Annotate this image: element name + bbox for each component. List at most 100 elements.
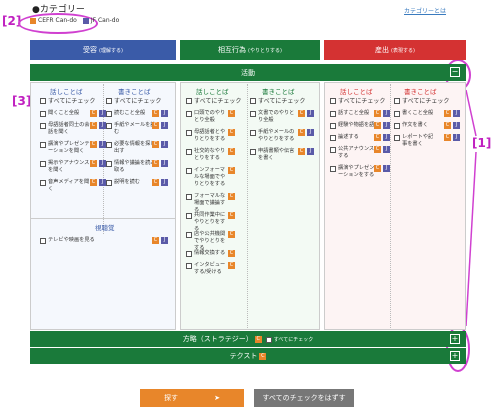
checkbox[interactable] xyxy=(186,149,192,155)
check-item[interactable]: 掲示やアナウンスを聞く xyxy=(40,160,92,174)
checkbox[interactable] xyxy=(106,161,112,167)
check-item[interactable]: 音声メディアを聞く xyxy=(40,179,92,193)
collapse-activity-button[interactable]: − xyxy=(450,67,460,77)
check-item[interactable]: 書くこと全般 xyxy=(394,110,438,117)
checkbox[interactable] xyxy=(186,213,192,219)
checkbox[interactable] xyxy=(106,123,112,129)
checkbox[interactable] xyxy=(40,161,46,167)
interaction-speaking-check-all[interactable]: すべてにチェック xyxy=(186,96,241,105)
check-item[interactable]: 情報交換する xyxy=(186,250,228,257)
checkbox[interactable] xyxy=(40,123,46,129)
checkbox[interactable] xyxy=(330,147,336,153)
checkbox[interactable] xyxy=(106,142,112,148)
badges: C xyxy=(228,231,235,238)
text-label: テクスト xyxy=(229,352,258,360)
check-item[interactable]: 聞くこと全般 xyxy=(40,110,92,117)
expand-text-button[interactable]: + xyxy=(450,351,460,361)
check-item[interactable]: 申請書類や伝言を書く xyxy=(250,148,296,162)
expand-strategy-button[interactable]: + xyxy=(450,334,460,344)
check-item[interactable]: 母語話者同士の会話を聞く xyxy=(40,122,92,136)
check-item[interactable]: 母語話者とやりとりをする xyxy=(186,129,228,143)
check-item-label: 店や公共機関でやりとりをする xyxy=(194,231,226,251)
checkbox[interactable] xyxy=(186,263,192,269)
checkbox[interactable] xyxy=(330,111,336,117)
badges: CJ xyxy=(372,134,390,141)
checkbox[interactable] xyxy=(106,111,112,117)
check-item-label: 聞くこと全般 xyxy=(48,110,80,116)
check-item[interactable]: インタビューする/受ける xyxy=(186,262,228,276)
checkbox[interactable] xyxy=(330,166,336,172)
activity-bar[interactable]: 活動 − xyxy=(30,64,466,81)
check-item[interactable]: 手紙やメールのやりとりをする xyxy=(250,129,296,143)
check-item[interactable]: 社交的なやりとりをする xyxy=(186,148,228,162)
check-item[interactable]: フォーマルな場面で議論する xyxy=(186,193,228,214)
reception-writing-heading: 書きことば xyxy=(118,88,151,96)
checkbox[interactable] xyxy=(394,111,400,117)
checkbox[interactable] xyxy=(186,251,192,257)
badges: C xyxy=(228,110,235,117)
checkbox[interactable] xyxy=(330,123,336,129)
check-item[interactable]: テレビや映画を見る xyxy=(40,237,150,244)
reception-speaking-heading: 話しことば xyxy=(50,88,83,96)
production-panel xyxy=(324,82,466,330)
reception-speaking-check-all[interactable]: すべてにチェック xyxy=(40,96,95,105)
checkbox[interactable] xyxy=(186,130,192,136)
checkbox[interactable] xyxy=(250,130,256,136)
check-item-label: 文書でのやりとり全般 xyxy=(258,110,295,123)
text-bar[interactable]: テクスト C + xyxy=(30,348,466,364)
check-item-label: 作文を書く xyxy=(402,122,428,128)
check-item[interactable]: 講演やプレゼンテーションを聞く xyxy=(40,141,92,155)
badges: C xyxy=(228,193,235,200)
strategy-label: 方略（ストラテジー） xyxy=(182,335,253,343)
checkbox[interactable] xyxy=(394,123,400,129)
check-item[interactable]: 作文を書く xyxy=(394,122,438,129)
checkbox[interactable] xyxy=(40,111,46,117)
check-item-label: 講演やプレゼンテーションを聞く xyxy=(48,141,90,154)
reception-writing-check-all[interactable]: すべてにチェック xyxy=(106,96,161,105)
check-item[interactable]: 読むこと全般 xyxy=(106,110,156,117)
clear-checks-button[interactable]: すべてのチェックをはずす xyxy=(254,389,354,407)
production-writing-check-all[interactable]: すべてにチェック xyxy=(394,96,449,105)
cefr-legend-icon xyxy=(30,17,36,24)
text-cefr-badge: C xyxy=(259,352,267,360)
checkbox[interactable] xyxy=(40,180,46,186)
strategy-cefr-badge: C xyxy=(254,335,262,343)
checkbox[interactable] xyxy=(186,168,192,174)
badges: CJ xyxy=(88,110,106,117)
check-item[interactable]: レポートや記事を書く xyxy=(394,134,438,148)
check-item[interactable]: 説明を読む xyxy=(106,179,156,186)
strategy-bar[interactable]: 方略（ストラテジー） C すべてにチェック + xyxy=(30,331,466,347)
visual-divider xyxy=(31,218,175,219)
category-production: 産出 (表現する) xyxy=(324,40,466,60)
badges: CJ xyxy=(150,179,168,186)
check-item-label: 掲示やアナウンスを聞く xyxy=(48,160,90,173)
checkbox[interactable] xyxy=(250,149,256,155)
search-button[interactable]: 探す ➤ xyxy=(140,389,244,407)
checkbox[interactable] xyxy=(330,135,336,141)
check-item-label: 情報交換する xyxy=(194,250,226,256)
checkbox[interactable] xyxy=(106,180,112,186)
check-item-label: フォーマルな場面で議論する xyxy=(194,193,226,213)
about-categories-link[interactable]: カテゴリーとは xyxy=(404,6,446,15)
checkbox[interactable] xyxy=(186,232,192,238)
strategy-check-all-label: すべてにチェック xyxy=(273,336,314,343)
checkbox[interactable] xyxy=(186,111,192,117)
check-item[interactable]: 共同作業中にやりとりをする xyxy=(186,212,228,233)
interaction-writing-check-all[interactable]: すべてにチェック xyxy=(250,96,305,105)
production-speaking-check-all[interactable]: すべてにチェック xyxy=(330,96,385,105)
check-item[interactable]: 文書でのやりとり全般 xyxy=(250,110,296,124)
check-item[interactable]: 手紙やメールを読む xyxy=(106,122,156,136)
strategy-check-all-box[interactable] xyxy=(265,336,272,343)
check-item[interactable]: 口頭でのやりとり全般 xyxy=(186,110,228,124)
checkbox[interactable] xyxy=(186,194,192,200)
jf-legend-icon xyxy=(82,17,89,24)
check-item[interactable]: 必要な情報を探し出す xyxy=(106,141,156,155)
check-item-label: 母語話者同士の会話を聞く xyxy=(48,122,90,135)
checkbox[interactable] xyxy=(394,135,400,141)
check-item[interactable]: 情報や議論を読み取る xyxy=(106,160,156,174)
check-item[interactable]: インフォーマルな場面でやりとりをする xyxy=(186,167,228,188)
production-writing-heading: 書きことば xyxy=(404,88,437,96)
checkbox[interactable] xyxy=(250,111,256,117)
check-item[interactable]: 店や公共機関でやりとりをする xyxy=(186,231,228,252)
checkbox[interactable] xyxy=(40,142,46,148)
